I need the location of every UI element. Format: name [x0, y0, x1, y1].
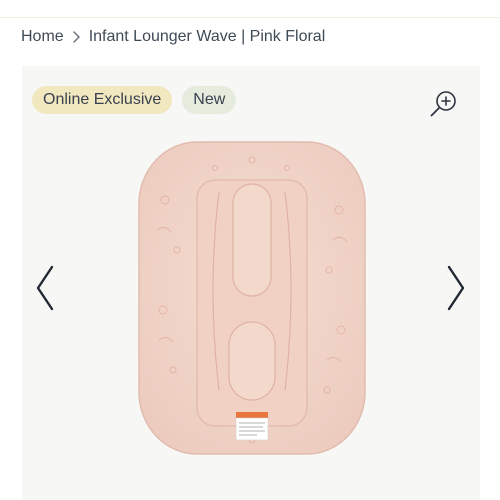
breadcrumb-home-link[interactable]: Home	[21, 28, 64, 46]
breadcrumb-current-page: Infant Lounger Wave | Pink Floral	[88, 28, 326, 45]
next-image-button[interactable]	[441, 265, 471, 315]
new-badge: New	[182, 86, 237, 114]
badge-group: Online Exclusive New	[32, 86, 237, 114]
online-exclusive-badge: Online Exclusive	[32, 86, 173, 114]
zoom-button[interactable]	[426, 88, 462, 124]
product-image[interactable]	[137, 140, 367, 456]
chevron-left-icon	[35, 265, 55, 316]
chevron-right-icon	[72, 30, 81, 44]
previous-image-button[interactable]	[30, 265, 60, 315]
chevron-right-icon	[446, 265, 466, 316]
zoom-in-icon	[429, 89, 459, 124]
product-gallery: Online Exclusive New	[22, 66, 480, 500]
breadcrumb: Home Infant Lounger Wave | Pink Floral	[21, 28, 325, 46]
top-bar	[0, 0, 500, 18]
